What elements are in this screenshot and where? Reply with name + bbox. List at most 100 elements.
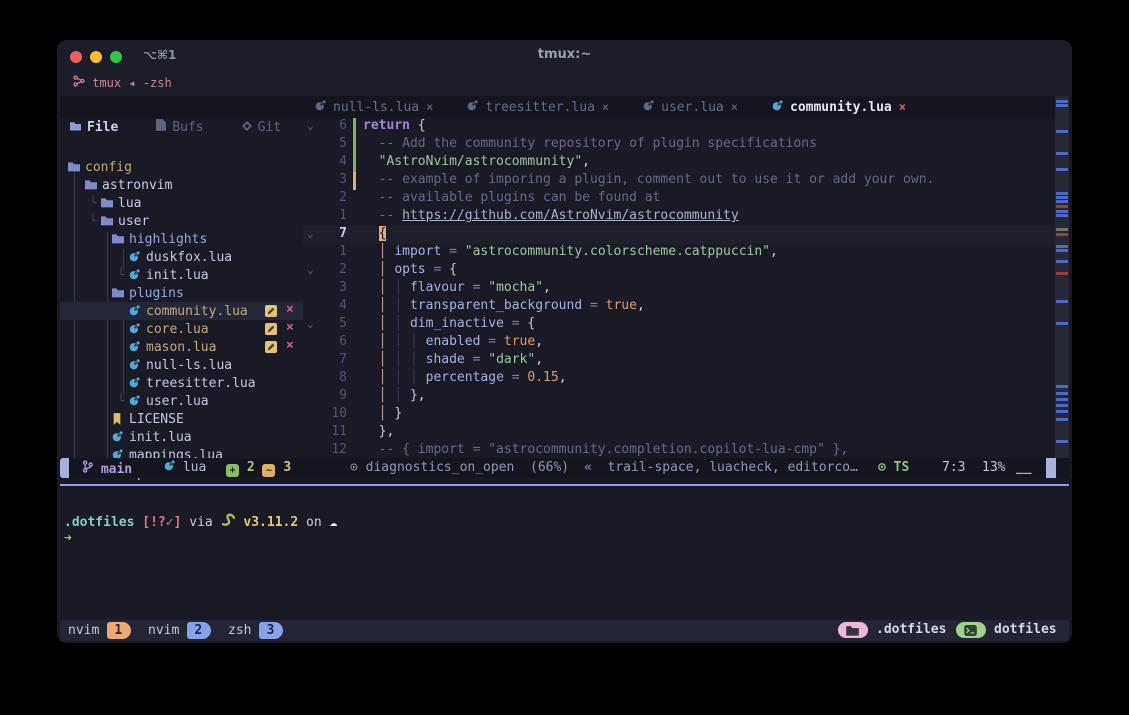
tmux-session-label: dotfiles bbox=[994, 622, 1057, 637]
code-line: 7 │ │ │ shade = "dark", bbox=[303, 352, 1055, 370]
python-version: v3.11.2 bbox=[243, 515, 298, 530]
line-number: 1 bbox=[321, 208, 347, 223]
minimap-mark bbox=[1056, 440, 1068, 443]
tree-item-user[interactable]: └user bbox=[60, 212, 303, 230]
neotree-source-tabs: File Bufs Git bbox=[60, 118, 303, 136]
code-line: 3 │ │ flavour = "mocha", bbox=[303, 280, 1055, 298]
license-icon bbox=[112, 413, 122, 429]
line-number: 4 bbox=[321, 154, 347, 169]
minimap-mark bbox=[1056, 322, 1068, 325]
minimap-scrollbar[interactable] bbox=[1055, 96, 1069, 478]
minimap-mark bbox=[1056, 104, 1068, 107]
git-added-icon: + bbox=[226, 464, 239, 477]
minimap-mark bbox=[1056, 130, 1068, 133]
minimap-mark bbox=[1056, 392, 1068, 395]
tree-item-LICENSE[interactable]: LICENSE bbox=[60, 410, 303, 428]
tree-item-highlights[interactable]: highlights bbox=[60, 230, 303, 248]
lua-icon bbox=[129, 359, 140, 374]
folder-icon bbox=[112, 287, 124, 302]
line-number: 3 bbox=[321, 280, 347, 295]
tree-item-core.lua[interactable]: core.lua× bbox=[60, 320, 303, 338]
tree-item-community.lua[interactable]: community.lua× bbox=[60, 302, 303, 320]
code-line: ⌄5 │ │ dim_inactive = { bbox=[303, 316, 1055, 334]
minimap-mark bbox=[1056, 245, 1068, 248]
buffer-tab-null-ls.lua[interactable]: null-ls.lua× bbox=[315, 100, 433, 115]
tree-item-lua[interactable]: └lua bbox=[60, 194, 303, 212]
code-line: ⌄7 { bbox=[303, 226, 1055, 244]
tree-item-init.lua[interactable]: └init.lua bbox=[60, 266, 303, 284]
close-file-icon[interactable]: × bbox=[286, 320, 294, 335]
line-number: 12 bbox=[321, 442, 347, 457]
tmux-window-1[interactable]: nvim1 bbox=[68, 620, 131, 641]
buffer-tab-user.lua[interactable]: user.lua× bbox=[643, 100, 738, 115]
tree-item-treesitter.lua[interactable]: treesitter.lua bbox=[60, 374, 303, 392]
git-branch-segment[interactable]: main bbox=[82, 460, 132, 477]
window-title: tmux:~ bbox=[57, 47, 1072, 62]
minimap-mark bbox=[1056, 404, 1068, 407]
line-number: 8 bbox=[321, 370, 347, 385]
line-number: 3 bbox=[321, 172, 347, 187]
session-pill bbox=[956, 622, 986, 638]
code-line: 1 │ import = "astrocommunity.colorscheme… bbox=[303, 244, 1055, 262]
shell-pane[interactable]: .dotfiles [!?✓] via v3.11.2 on ☁ ➜ bbox=[60, 486, 1069, 620]
modified-badge bbox=[265, 341, 277, 353]
tree-item-init.lua[interactable]: init.lua bbox=[60, 428, 303, 446]
git-sign bbox=[353, 172, 356, 190]
fold-icon[interactable]: ⌄ bbox=[307, 119, 314, 132]
code-line: ⌄2 │ opts = { bbox=[303, 262, 1055, 280]
tree-item-config[interactable]: config bbox=[60, 158, 303, 176]
close-buffer-icon[interactable]: × bbox=[731, 100, 738, 114]
close-buffer-icon[interactable]: × bbox=[602, 100, 609, 114]
fold-icon[interactable]: ⌄ bbox=[307, 227, 314, 240]
tree-item-user.lua[interactable]: └user.lua bbox=[60, 392, 303, 410]
line-number: 2 bbox=[321, 190, 347, 205]
fold-icon[interactable]: ⌄ bbox=[307, 317, 314, 330]
folder-icon bbox=[101, 215, 113, 230]
tree-item-null-ls.lua[interactable]: null-ls.lua bbox=[60, 356, 303, 374]
minimap-mark bbox=[1056, 210, 1068, 213]
neotree-tab-file[interactable]: File bbox=[70, 118, 118, 136]
buffer-tab-community.lua[interactable]: community.lua× bbox=[772, 100, 906, 115]
shell-prompt-info: .dotfiles [!?✓] via v3.11.2 on ☁ bbox=[64, 513, 337, 530]
close-buffer-icon[interactable]: × bbox=[426, 100, 433, 114]
buffer-tab-treesitter.lua[interactable]: treesitter.lua× bbox=[467, 100, 609, 115]
tmux-window-number: 2 bbox=[187, 622, 211, 639]
lua-icon bbox=[129, 341, 140, 356]
line-number: 4 bbox=[321, 298, 347, 313]
neotree-tab-bufs[interactable]: Bufs bbox=[156, 118, 203, 136]
tmux-window-2[interactable]: nvim2 bbox=[148, 620, 211, 641]
close-file-icon[interactable]: × bbox=[286, 302, 294, 317]
git-sign bbox=[353, 118, 356, 136]
minimap-mark bbox=[1056, 410, 1068, 413]
prompt-git-status: [!?✓] bbox=[142, 515, 181, 530]
folder-icon bbox=[70, 120, 81, 135]
path-pill bbox=[838, 622, 868, 638]
neotree-tab-git[interactable]: Git bbox=[242, 118, 281, 136]
code-line: 1 -- https://github.com/AstroNvim/astroc… bbox=[303, 208, 1055, 226]
terminal-tab[interactable]: tmux ◂ -zsh bbox=[73, 75, 172, 90]
tree-item-astronvim[interactable]: astronvim bbox=[60, 176, 303, 194]
session-icon bbox=[73, 76, 85, 90]
folder-icon bbox=[101, 197, 113, 212]
close-file-icon[interactable]: × bbox=[286, 338, 294, 353]
git-sign bbox=[353, 136, 356, 154]
line-number: 5 bbox=[321, 136, 347, 151]
minimap-mark bbox=[1056, 200, 1068, 203]
fold-icon[interactable]: ⌄ bbox=[307, 263, 314, 276]
lua-icon bbox=[164, 460, 175, 475]
minimap-mark bbox=[1056, 300, 1068, 303]
tree-item-duskfox.lua[interactable]: duskfox.lua bbox=[60, 248, 303, 266]
line-number: 6 bbox=[321, 334, 347, 349]
code-line: 9 │ │ }, bbox=[303, 388, 1055, 406]
tree-item-plugins[interactable]: plugins bbox=[60, 284, 303, 302]
neotree-sidebar: File Bufs Git configastronvim└lua└userhigh… bbox=[60, 118, 303, 458]
code-buffer[interactable]: ⌄6return {5 -- Add the community reposit… bbox=[303, 118, 1055, 460]
code-line: 5 -- Add the community repository of plu… bbox=[303, 136, 1055, 154]
statusline: main lua + 2 ~ 3 ⊙ diagnostics_on_open (… bbox=[60, 458, 1069, 478]
line-number: 7 bbox=[321, 352, 347, 367]
tmux-window-3[interactable]: zsh3 bbox=[228, 620, 283, 641]
tmux-path-label: .dotfiles bbox=[876, 622, 946, 637]
close-buffer-icon[interactable]: × bbox=[899, 100, 906, 114]
lua-icon bbox=[129, 305, 140, 320]
tree-item-mason.lua[interactable]: mason.lua× bbox=[60, 338, 303, 356]
